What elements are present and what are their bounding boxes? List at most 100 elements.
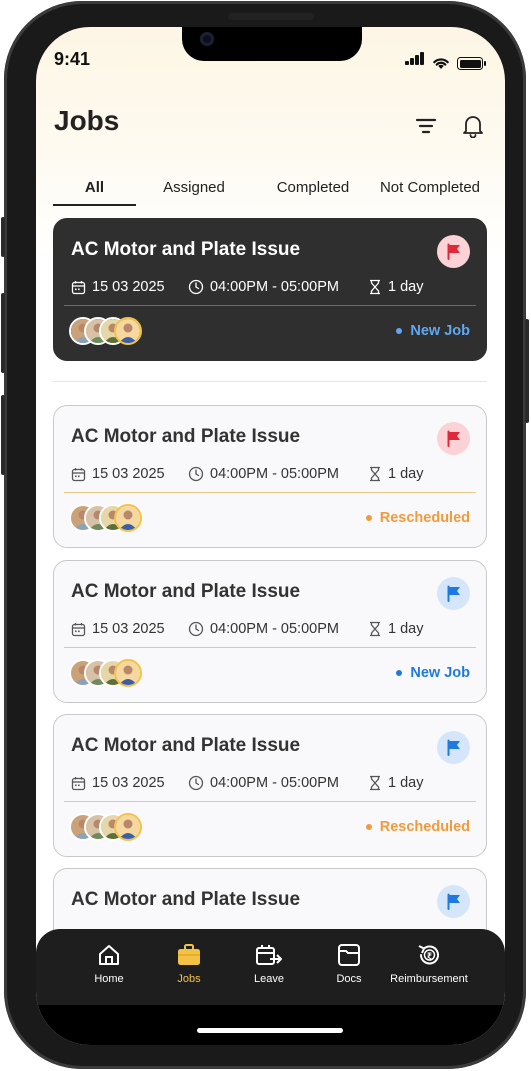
priority-flag[interactable] <box>437 731 470 764</box>
job-date: 15 03 2025 <box>71 775 165 791</box>
priority-flag[interactable] <box>437 422 470 455</box>
job-date-value: 15 03 2025 <box>92 279 165 295</box>
flag-icon <box>447 585 460 602</box>
job-duration: 1 day <box>368 279 423 295</box>
card-divider <box>64 647 476 648</box>
divider <box>53 381 487 382</box>
screen: 9:41 Jobs All Assigned Completed Not Com… <box>36 27 505 1045</box>
job-title: AC Motor and Plate Issue <box>71 426 301 447</box>
avatar <box>114 659 142 687</box>
card-divider <box>64 801 476 802</box>
job-duration-value: 1 day <box>388 279 424 295</box>
job-status-label: New Job <box>410 665 470 681</box>
job-time-value: 04:00PM - 05:00PM <box>210 775 339 791</box>
job-time: 04:00PM - 05:00PM <box>188 621 339 637</box>
job-duration: 1 day <box>368 621 423 637</box>
job-duration: 1 day <box>368 466 423 482</box>
nav-reimbursement[interactable]: Reimbursement <box>384 943 474 985</box>
avatar <box>114 317 142 345</box>
job-time-value: 04:00PM - 05:00PM <box>210 466 339 482</box>
job-card[interactable]: AC Motor and Plate Issue 15 03 2025 04:00P… <box>53 218 487 361</box>
priority-flag[interactable] <box>437 235 470 268</box>
job-time: 04:00PM - 05:00PM <box>188 466 339 482</box>
power-button <box>525 319 529 423</box>
job-time-value: 04:00PM - 05:00PM <box>210 279 339 295</box>
bell-icon[interactable] <box>460 113 486 139</box>
avatar <box>114 813 142 841</box>
flag-icon <box>447 243 460 260</box>
clock-icon <box>188 466 204 482</box>
job-card[interactable]: AC Motor and Plate Issue 15 03 2025 04:00P… <box>53 560 487 703</box>
job-title: AC Motor and Plate Issue <box>71 581 301 602</box>
assignee-avatars[interactable] <box>69 504 142 532</box>
nav-leave-label: Leave <box>254 973 284 985</box>
job-duration: 1 day <box>368 775 423 791</box>
status-dot <box>396 670 403 676</box>
nav-home[interactable]: Home <box>64 943 154 985</box>
tab-assigned[interactable]: Assigned <box>147 176 241 206</box>
clock-icon <box>188 621 204 637</box>
job-title: AC Motor and Plate Issue <box>71 889 301 910</box>
nav-leave[interactable]: Leave <box>224 943 314 985</box>
assignee-avatars[interactable] <box>69 813 142 841</box>
nav-reimbursement-label: Reimbursement <box>390 973 468 985</box>
job-date-value: 15 03 2025 <box>92 775 165 791</box>
nav-docs[interactable]: Docs <box>304 943 394 985</box>
job-status-label: Rescheduled <box>379 819 470 835</box>
job-time: 04:00PM - 05:00PM <box>188 279 339 295</box>
docs-icon <box>338 944 360 966</box>
assignee-avatars[interactable] <box>69 659 142 687</box>
job-tabs: All Assigned Completed Not Completed <box>53 176 486 206</box>
leave-icon <box>256 945 282 965</box>
card-divider <box>64 492 476 493</box>
signal-icon <box>405 52 425 70</box>
job-card[interactable]: AC Motor and Plate Issue 15 03 2025 04:00P… <box>53 714 487 857</box>
nav-jobs[interactable]: Jobs <box>144 943 234 985</box>
tab-completed[interactable]: Completed <box>262 176 364 206</box>
calendar-icon <box>71 280 86 294</box>
status-icons <box>405 52 486 70</box>
avatar <box>114 504 142 532</box>
tab-all[interactable]: All <box>53 176 136 206</box>
job-date-value: 15 03 2025 <box>92 466 165 482</box>
hourglass-icon <box>370 621 380 637</box>
calendar-icon <box>71 776 86 790</box>
job-date: 15 03 2025 <box>71 466 165 482</box>
briefcase-icon <box>178 944 200 965</box>
battery-icon <box>457 57 486 70</box>
job-status: Rescheduled <box>365 510 470 526</box>
status-dot <box>396 328 403 334</box>
tab-not-completed[interactable]: Not Completed <box>372 176 488 206</box>
speaker <box>228 13 314 20</box>
job-duration-value: 1 day <box>388 621 424 637</box>
status-dot <box>365 515 372 521</box>
priority-flag[interactable] <box>437 577 470 610</box>
job-status-label: New Job <box>410 323 470 339</box>
job-status-label: Rescheduled <box>379 510 470 526</box>
job-duration-value: 1 day <box>388 466 424 482</box>
assignee-avatars[interactable] <box>69 317 142 345</box>
nav-docs-label: Docs <box>336 973 362 985</box>
job-date: 15 03 2025 <box>71 279 165 295</box>
job-status: New Job <box>396 323 470 339</box>
clock-icon <box>188 279 204 295</box>
nav-home-label: Home <box>94 973 124 985</box>
card-divider <box>64 305 476 306</box>
flag-icon <box>447 739 460 756</box>
job-title: AC Motor and Plate Issue <box>71 239 301 260</box>
hourglass-icon <box>370 279 380 295</box>
job-date-value: 15 03 2025 <box>92 621 165 637</box>
status-time: 9:41 <box>54 49 91 69</box>
filter-icon[interactable] <box>413 113 439 139</box>
job-date: 15 03 2025 <box>71 621 165 637</box>
mute-switch <box>1 217 5 257</box>
nav-jobs-label: Jobs <box>177 973 201 985</box>
home-indicator[interactable] <box>197 1028 343 1033</box>
home-bar-area <box>36 1005 505 1045</box>
job-card[interactable]: AC Motor and Plate Issue 15 03 2025 04:00P… <box>53 405 487 548</box>
priority-flag[interactable] <box>437 885 470 918</box>
bottom-nav: Home Jobs Leave Docs Reimbursement <box>36 929 505 1005</box>
job-status: Rescheduled <box>365 819 470 835</box>
calendar-icon <box>71 622 86 636</box>
wifi-icon <box>433 58 449 69</box>
